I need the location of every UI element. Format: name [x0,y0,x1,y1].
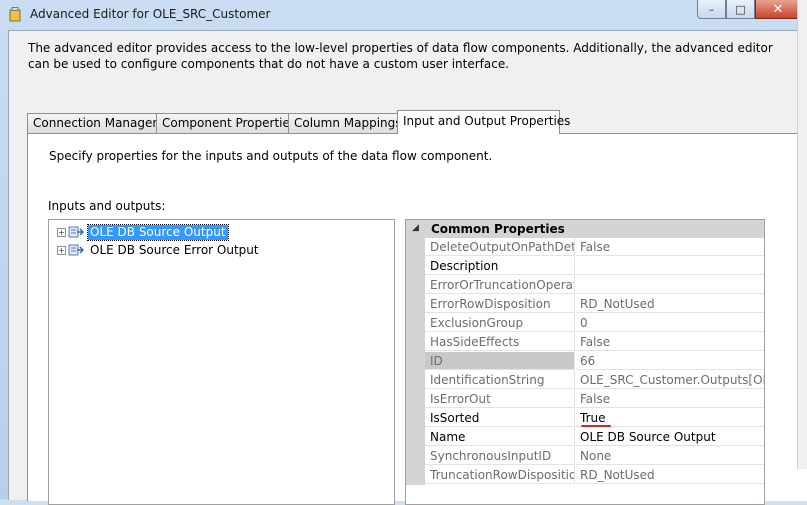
property-grid[interactable]: ◢ Common Properties DeleteOutputOnPathDe… [405,219,765,505]
property-value[interactable]: None [576,447,764,465]
tree-item-error-output[interactable]: + OLE DB Source Error Output [57,242,261,258]
package-icon [9,7,21,22]
expand-icon[interactable]: + [57,227,66,237]
category-label: Common Properties [431,222,565,236]
property-name: ExclusionGroup [425,314,575,332]
property-row[interactable]: SynchronousInputID None [406,447,764,466]
property-name: Description [425,257,575,275]
inputs-outputs-label: Inputs and outputs: [48,199,166,213]
property-value[interactable]: OLE DB Source Output [576,428,764,446]
minimize-button[interactable]: – [697,0,726,19]
property-category[interactable]: ◢ Common Properties [406,220,764,238]
property-value[interactable] [576,257,764,275]
advanced-editor-window: Advanced Editor for OLE_SRC_Customer – □… [0,0,807,505]
inputs-outputs-tree[interactable]: + OLE DB Source Output + OLE DB Source E… [48,219,395,505]
row-gutter [406,333,425,352]
row-gutter [406,314,425,333]
row-gutter [406,466,425,485]
property-name: IsSorted [425,409,575,427]
property-value[interactable]: False [576,390,764,408]
property-value[interactable]: False [576,333,764,351]
property-row[interactable]: ID 66 [406,352,764,371]
property-value[interactable]: OLE_SRC_Customer.Outputs[OLE DB Source O… [576,371,764,389]
property-row[interactable]: Name OLE DB Source Output [406,428,764,447]
row-gutter [406,428,425,447]
tab-column-mappings[interactable]: Column Mappings [288,113,402,133]
property-name: Name [425,428,575,446]
row-gutter [406,276,425,295]
output-icon [68,244,84,256]
property-row[interactable]: Description [406,257,764,276]
property-row[interactable]: TruncationRowDisposition RD_NotUsed [406,466,764,485]
property-row[interactable]: IdentificationString OLE_SRC_Customer.Out… [406,371,764,390]
property-name: IsErrorOut [425,390,575,408]
row-gutter [406,390,425,409]
property-row[interactable]: ExclusionGroup 0 [406,314,764,333]
property-row[interactable]: DeleteOutputOnPathDetachedFalse [406,238,764,257]
property-value[interactable]: RD_NotUsed [576,295,764,313]
property-row[interactable]: IsErrorOut False [406,390,764,409]
tree-item-label: OLE DB Source Output [87,223,229,241]
panel-description: Specify properties for the inputs and ou… [49,149,493,163]
property-row[interactable]: ErrorOrTruncationOperation [406,276,764,295]
row-gutter [406,371,425,390]
intro-text: The advanced editor provides access to t… [28,41,773,71]
row-gutter [406,409,425,428]
property-name: DeleteOutputOnPathDetached [425,238,575,256]
tab-input-output-properties[interactable]: Input and Output Properties [397,110,570,134]
window-title: Advanced Editor for OLE_SRC_Customer [30,7,271,21]
maximize-button[interactable]: □ [726,0,755,19]
property-value[interactable] [576,276,764,294]
row-gutter [406,352,425,371]
property-value[interactable]: RD_NotUsed [576,466,764,484]
property-value[interactable]: 0 [576,314,764,332]
property-row[interactable]: HasSideEffects False [406,333,764,352]
property-row[interactable]: IsSorted True [406,409,764,428]
output-icon [68,226,84,238]
property-value[interactable]: 66 [576,352,764,370]
row-gutter [406,447,425,466]
close-button[interactable]: ✕ [755,0,801,19]
property-name: ErrorRowDisposition [425,295,575,313]
title-bar[interactable]: Advanced Editor for OLE_SRC_Customer – □… [0,0,807,28]
property-name: SynchronousInputID [425,447,575,465]
tree-item-label: OLE DB Source Error Output [90,242,259,257]
property-name: TruncationRowDisposition [425,466,575,484]
expand-icon[interactable]: + [57,245,66,255]
row-gutter [406,295,425,314]
property-value[interactable]: False [576,238,764,256]
property-name: ErrorOrTruncationOperation [425,276,575,294]
collapse-icon[interactable]: ◢ [412,223,419,233]
property-name: IdentificationString [425,371,575,389]
row-gutter [406,238,425,257]
property-name: ID [425,352,575,370]
tree-item-source-output[interactable]: + OLE DB Source Output [57,223,229,241]
property-name: HasSideEffects [425,333,575,351]
annotation-underline [581,425,611,427]
tab-panel: Specify properties for the inputs and ou… [27,133,807,505]
property-row[interactable]: ErrorRowDisposition RD_NotUsed [406,295,764,314]
tab-connection-managers[interactable]: Connection Managers [27,113,164,133]
window-edge [797,0,807,469]
tab-component-properties[interactable]: Component Properties [156,113,296,133]
dialog-client-area: The advanced editor provides access to t… [8,30,807,505]
row-gutter [406,257,425,276]
